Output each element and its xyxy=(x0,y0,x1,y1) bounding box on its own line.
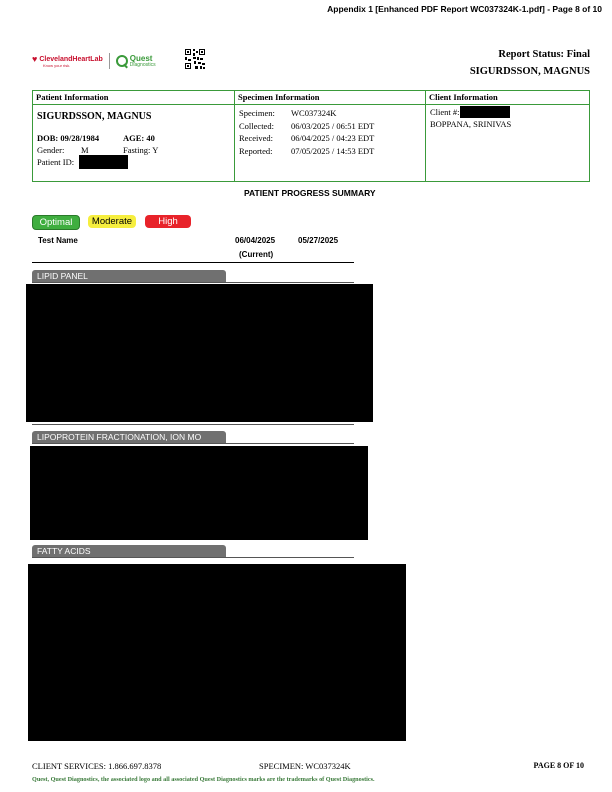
section-rule xyxy=(32,443,354,444)
qr-code-icon xyxy=(184,48,206,70)
report-status-block: Report Status: Final SIGURDSSON, MAGNUS xyxy=(470,46,590,80)
quest-logo: Quest Diagnostics xyxy=(115,54,156,68)
client-info-column: Client Information Client #: BOPPANA, SR… xyxy=(426,91,589,181)
gender-value: M xyxy=(81,145,89,155)
logos: ♥ ClevelandHeartLab Know your risk. Quest… xyxy=(32,50,156,72)
header-patient-name: SIGURDSSON, MAGNUS xyxy=(469,66,590,77)
cleveland-logo-text: ClevelandHeartLab xyxy=(39,55,103,63)
section-rule xyxy=(32,282,354,283)
section-rule xyxy=(32,557,354,558)
fasting-status: Fasting: Y xyxy=(123,145,159,155)
quest-logo-subtext: Diagnostics xyxy=(129,61,156,68)
specimen-row-label: Collected: xyxy=(239,120,274,131)
specimen-info-heading: Specimen Information xyxy=(235,91,425,105)
footer-specimen: SPECIMEN: WC037324K xyxy=(259,761,351,771)
specimen-rows: Specimen: WC037324K Collected: 06/03/2025 … xyxy=(239,107,374,157)
info-table: Patient Information SIGURDSSON, MAGNUS D… xyxy=(32,90,590,182)
redacted-lipoprotein-results xyxy=(30,446,368,540)
specimen-row-value: 06/03/2025 / 06:51 EDT xyxy=(291,120,375,131)
cleveland-heartlab-logo: ♥ ClevelandHeartLab Know your risk. xyxy=(32,53,103,68)
specimen-row-label: Received: xyxy=(239,133,273,143)
section-lipid-panel: LIPID PANEL xyxy=(32,270,226,282)
specimen-row: Specimen: WC037324K xyxy=(239,107,374,120)
column-test-name: Test Name xyxy=(38,236,78,245)
physician-name: BOPPANA, SRINIVAS xyxy=(430,119,512,129)
legend-optimal: Optimal xyxy=(32,215,80,230)
patient-info-column: Patient Information SIGURDSSON, MAGNUS D… xyxy=(33,91,235,181)
specimen-row-value: 06/04/2025 / 04:23 EDT xyxy=(291,133,375,143)
heart-icon: ♥ xyxy=(32,53,38,64)
specimen-row-value: 07/05/2025 / 14:53 EDT xyxy=(291,145,375,156)
header-rule xyxy=(32,262,354,263)
gender-label: Gender: xyxy=(37,145,65,155)
redacted-client-number xyxy=(460,106,510,118)
patient-dob: DOB: 09/28/1984 xyxy=(37,133,100,143)
logo-divider xyxy=(108,53,110,69)
column-current-label: (Current) xyxy=(239,250,274,259)
patient-id-label: Patient ID: xyxy=(37,157,75,167)
legend-high: High xyxy=(145,215,191,228)
client-number-label: Client #: xyxy=(430,107,460,117)
specimen-info-column: Specimen Information Specimen: WC037324K … xyxy=(235,91,426,181)
section-rule xyxy=(32,424,354,425)
specimen-row-value: WC037324K xyxy=(291,108,337,118)
column-date-current: 06/04/2025 xyxy=(235,236,276,245)
specimen-row: Received: 06/04/2025 / 04:23 EDT xyxy=(239,132,374,145)
page-number: PAGE 8 OF 10 xyxy=(533,761,584,770)
column-date-previous: 05/27/2025 xyxy=(298,236,339,245)
patient-age: AGE: 40 xyxy=(123,133,155,143)
report-status: Report Status: Final xyxy=(498,49,590,60)
redacted-fatty-acid-results xyxy=(28,564,406,741)
patient-info-heading: Patient Information xyxy=(33,91,234,105)
quest-q-icon xyxy=(115,55,128,67)
legend-moderate: Moderate xyxy=(88,215,136,228)
client-info-heading: Client Information xyxy=(426,91,589,105)
specimen-row: Reported: 07/05/2025 / 14:53 EDT xyxy=(239,145,374,158)
section-fatty-acids: FATTY ACIDS xyxy=(32,545,226,557)
cleveland-tagline: Know your risk. xyxy=(43,62,71,68)
specimen-row: Collected: 06/03/2025 / 06:51 EDT xyxy=(239,120,374,133)
patient-name: SIGURDSSON, MAGNUS xyxy=(37,111,152,122)
redacted-lipid-results xyxy=(26,284,373,422)
specimen-row-label: Specimen: xyxy=(239,108,275,118)
summary-title: PATIENT PROGRESS SUMMARY xyxy=(244,188,376,198)
client-services: CLIENT SERVICES: 1.866.697.8378 xyxy=(32,761,162,771)
appendix-header: Appendix 1 [Enhanced PDF Report WC037324… xyxy=(327,4,602,14)
section-lipoprotein-fractionation: LIPOPROTEIN FRACTIONATION, ION MO xyxy=(32,431,226,443)
specimen-row-label: Reported: xyxy=(239,145,273,156)
trademark-notice: Quest, Quest Diagnostics, the associated… xyxy=(32,776,375,783)
redacted-patient-id xyxy=(79,155,128,169)
